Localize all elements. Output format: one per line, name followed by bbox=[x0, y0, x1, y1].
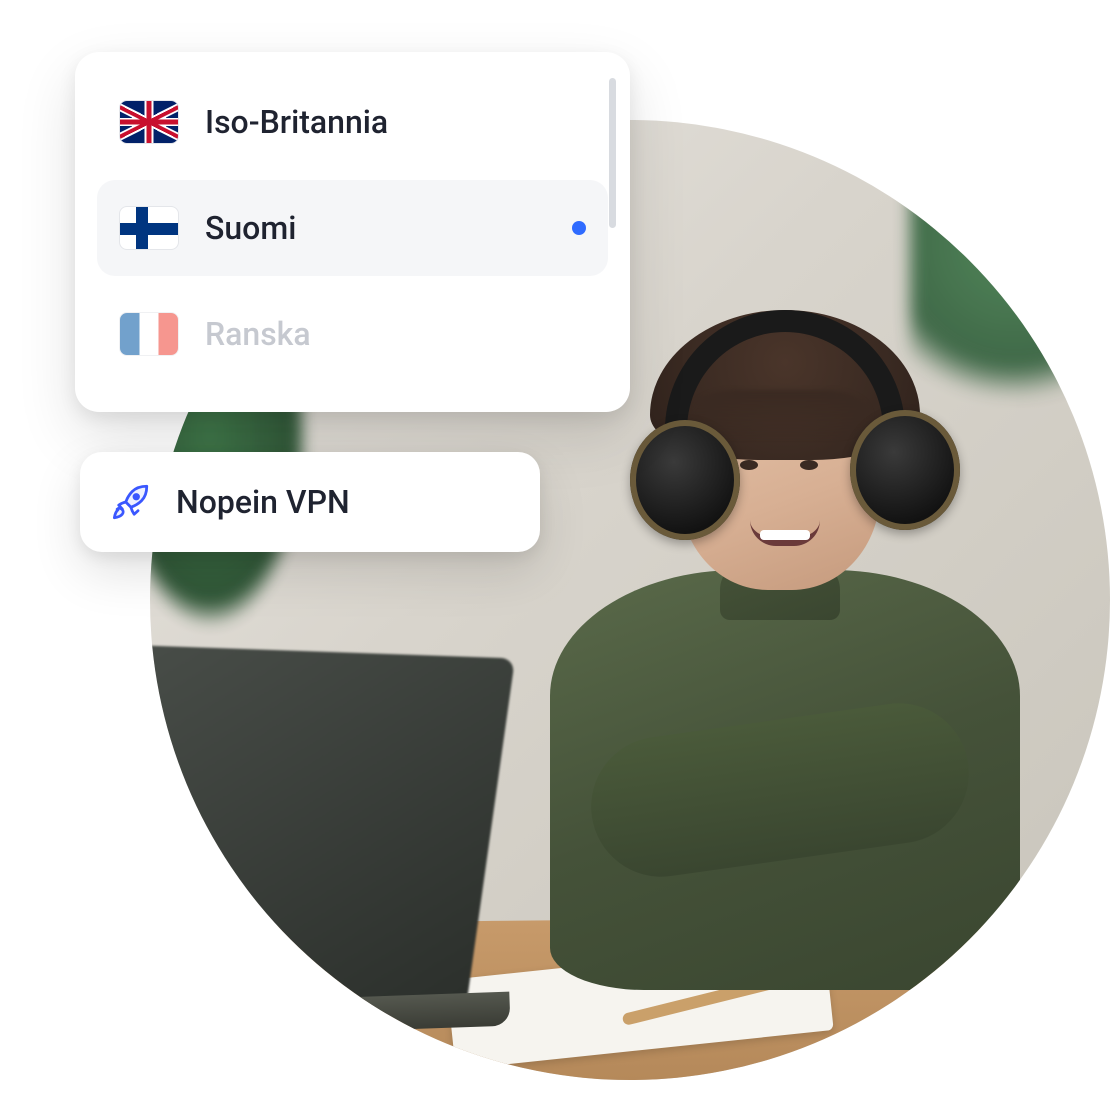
connected-indicator-icon bbox=[572, 221, 586, 235]
country-selector-card: Iso-Britannia Suomi Ranska bbox=[75, 52, 630, 412]
rocket-icon bbox=[110, 481, 152, 523]
country-list: Iso-Britannia Suomi Ranska bbox=[97, 74, 608, 382]
country-item-finland[interactable]: Suomi bbox=[97, 180, 608, 276]
country-item-france[interactable]: Ranska bbox=[97, 286, 608, 382]
fastest-vpn-button[interactable]: Nopein VPN bbox=[80, 452, 540, 552]
flag-uk-icon bbox=[119, 100, 179, 144]
scrollbar[interactable] bbox=[609, 78, 616, 228]
flag-france-icon bbox=[119, 312, 179, 356]
country-label: Ranska bbox=[205, 315, 586, 353]
fastest-vpn-label: Nopein VPN bbox=[176, 483, 350, 521]
flag-finland-icon bbox=[119, 206, 179, 250]
country-label: Suomi bbox=[205, 209, 546, 247]
country-item-uk[interactable]: Iso-Britannia bbox=[97, 74, 608, 170]
country-label: Iso-Britannia bbox=[205, 103, 586, 141]
